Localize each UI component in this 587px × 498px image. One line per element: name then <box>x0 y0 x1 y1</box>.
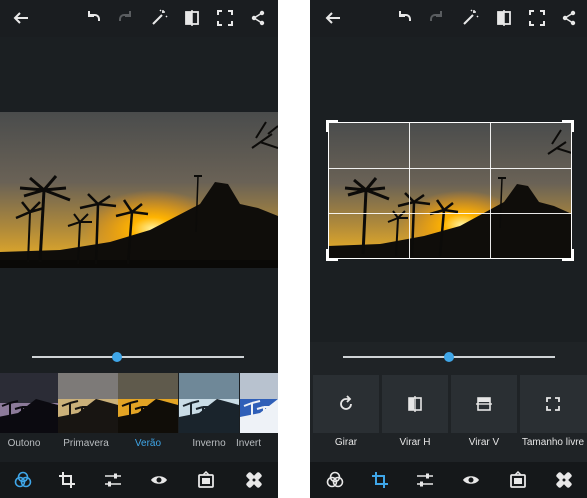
tool-label: Tamanho livre <box>521 437 585 448</box>
crop-frame[interactable] <box>326 120 574 261</box>
bottom-nav <box>0 462 278 498</box>
magic-wand-icon[interactable] <box>461 9 479 27</box>
crop-handle-top-left[interactable] <box>326 120 338 132</box>
frame-icon[interactable] <box>197 471 215 489</box>
crop-icon[interactable] <box>371 471 389 489</box>
photo-canvas <box>0 37 278 337</box>
back-arrow-icon[interactable] <box>12 9 30 27</box>
slider-knob[interactable] <box>112 352 122 362</box>
adjust-icon[interactable] <box>104 471 122 489</box>
tool-label: Virar V <box>468 437 500 448</box>
redo-icon <box>428 9 446 27</box>
straighten-slider[interactable] <box>343 352 555 362</box>
crop-handle-bottom-left[interactable] <box>326 249 338 261</box>
redo-icon <box>117 9 135 27</box>
magic-wand-icon[interactable] <box>150 9 168 27</box>
compare-icon[interactable] <box>495 9 513 27</box>
crop-handle-bottom-right[interactable] <box>562 249 574 261</box>
share-icon[interactable] <box>560 9 578 27</box>
frame-icon[interactable] <box>509 471 527 489</box>
filter-thumb-primavera[interactable] <box>58 373 118 433</box>
crop-grid-line <box>329 168 571 169</box>
top-toolbar <box>0 0 278 37</box>
flip-vertical-icon <box>475 395 493 413</box>
top-toolbar <box>310 0 587 37</box>
looks-icon[interactable] <box>326 471 344 489</box>
eye-icon[interactable] <box>150 471 168 489</box>
flip-horizontal-icon <box>406 395 424 413</box>
filter-strip <box>0 373 278 433</box>
fullscreen-icon[interactable] <box>216 9 234 27</box>
filter-thumb-verao[interactable] <box>118 373 178 433</box>
undo-icon[interactable] <box>395 9 413 27</box>
phone-screen-crop: Girar Virar H Virar V Tamanho livre <box>310 0 587 498</box>
filter-label: Invert <box>236 438 262 449</box>
crop-grid-line <box>490 123 491 258</box>
free-size-button[interactable] <box>520 375 587 433</box>
filter-label: Inverno <box>192 438 226 449</box>
tool-label: Virar H <box>399 437 431 448</box>
heal-icon[interactable] <box>555 471 573 489</box>
intensity-slider[interactable] <box>32 352 244 362</box>
filter-label: Outono <box>7 438 41 449</box>
filter-thumb-outono[interactable] <box>0 373 58 433</box>
free-size-icon <box>544 395 562 413</box>
adjust-icon[interactable] <box>416 471 434 489</box>
crop-handle-top-right[interactable] <box>562 120 574 132</box>
filter-label-selected: Verão <box>134 438 162 449</box>
looks-icon[interactable] <box>14 471 32 489</box>
compare-icon[interactable] <box>183 9 201 27</box>
sunset-photo <box>0 112 278 268</box>
filter-thumb-invert[interactable] <box>240 373 278 433</box>
fullscreen-icon[interactable] <box>528 9 546 27</box>
crop-grid-line <box>329 213 571 214</box>
flip-vertical-button[interactable] <box>451 375 517 433</box>
filter-thumb-inverno[interactable] <box>179 373 239 433</box>
undo-icon[interactable] <box>84 9 102 27</box>
slider-knob[interactable] <box>444 352 454 362</box>
bottom-nav <box>310 462 587 498</box>
phone-screen-looks: Outono Primavera Verão Inverno Invert <box>0 0 278 498</box>
eye-icon[interactable] <box>462 471 480 489</box>
crop-grid-line <box>409 123 410 258</box>
back-arrow-icon[interactable] <box>324 9 342 27</box>
rotate-button[interactable] <box>313 375 379 433</box>
share-icon[interactable] <box>249 9 267 27</box>
rotate-icon <box>337 395 355 413</box>
heal-icon[interactable] <box>245 471 263 489</box>
flip-horizontal-button[interactable] <box>382 375 448 433</box>
filter-label: Primavera <box>63 438 109 449</box>
crop-icon[interactable] <box>58 471 76 489</box>
